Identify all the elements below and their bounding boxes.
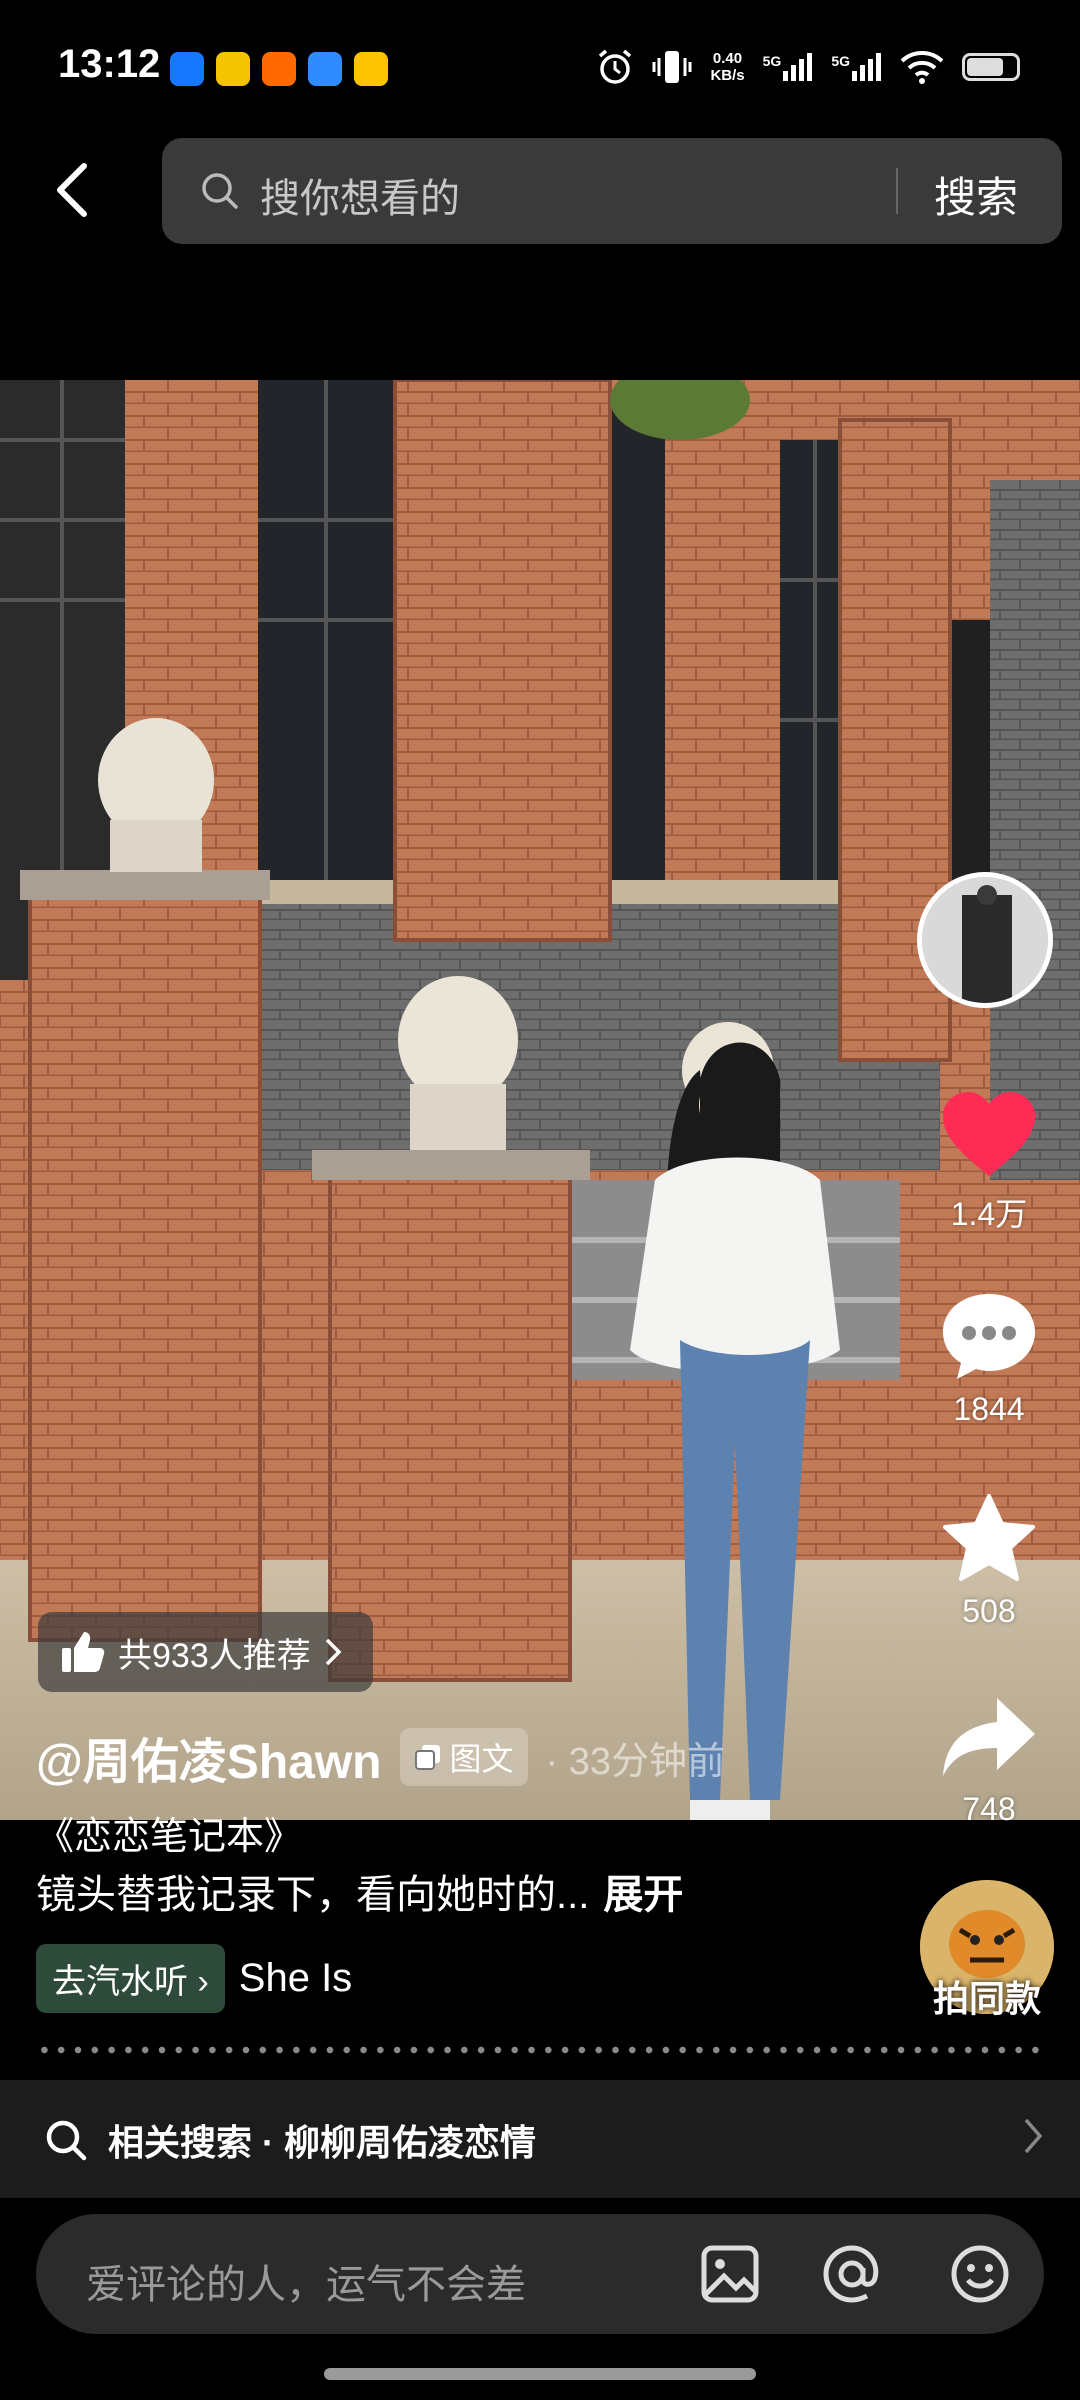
author-avatar[interactable] xyxy=(917,872,1053,1008)
signal-icon xyxy=(783,53,813,81)
post-title: 《恋恋笔记本》 xyxy=(36,1816,303,1858)
same-style-label: 拍同款 xyxy=(932,1978,1041,2019)
author-name[interactable]: @周佑凌Shawn xyxy=(36,1722,382,1792)
expand-button[interactable]: 展开 xyxy=(603,1873,683,1917)
notification-app-icons xyxy=(170,52,388,86)
comment-button[interactable]: 1844 xyxy=(929,1290,1049,1428)
chevron-right-icon xyxy=(1024,2118,1043,2154)
search-icon xyxy=(46,2120,87,2161)
wifi-icon xyxy=(900,51,944,84)
share-icon xyxy=(943,1698,1035,1776)
signal-2: 5G xyxy=(831,53,882,81)
listen-music-label: 去汽水听 xyxy=(52,1963,188,2001)
music-name[interactable]: She Is xyxy=(239,1956,352,2001)
comment-placeholder: 爱评论的人，运气不会差 xyxy=(86,2263,526,2307)
image-progress-dots xyxy=(36,2046,1044,2054)
recommend-text: 共933人推荐 xyxy=(118,1636,311,1675)
listen-music-chip[interactable]: 去汽水听 › xyxy=(36,1944,225,2013)
thumbs-up-icon xyxy=(62,1632,105,1672)
music-line: 去汽水听 › She Is xyxy=(36,1944,352,2013)
image-icon[interactable] xyxy=(698,2242,762,2306)
avatar-image xyxy=(922,877,1048,1003)
comment-icon xyxy=(943,1294,1035,1379)
back-button[interactable] xyxy=(52,160,102,220)
chevron-left-icon xyxy=(57,163,87,217)
post-description: 镜头替我记录下，看向她时的... 展开 xyxy=(36,1862,683,1920)
meituan-icon xyxy=(354,52,388,86)
search-icon xyxy=(202,173,238,209)
status-bar: 13:12 0.40 KB/s 5G 5G xyxy=(0,0,1080,130)
network-speed: 0.40 KB/s xyxy=(710,50,745,84)
favorite-button[interactable]: 508 xyxy=(929,1492,1049,1630)
app-orange-icon xyxy=(262,52,296,86)
related-search-bar[interactable]: 相关搜索 · 柳柳周佑凌恋情 xyxy=(0,2080,1080,2198)
author-line: @周佑凌Shawn 图文 · 33分钟前 xyxy=(36,1722,725,1792)
recommend-chip[interactable]: 共933人推荐 xyxy=(38,1612,373,1692)
status-time: 13:12 xyxy=(58,42,161,86)
like-button[interactable]: 1.4万 xyxy=(929,1090,1049,1235)
chevron-right-icon xyxy=(325,1638,342,1666)
search-button[interactable]: 搜索 xyxy=(934,164,1018,225)
alarm-icon xyxy=(599,49,632,84)
star-icon xyxy=(943,1494,1035,1581)
comment-input[interactable]: 爱评论的人，运气不会差 xyxy=(36,2214,1044,2334)
post-image[interactable] xyxy=(0,380,1080,1820)
like-count: 1.4万 xyxy=(950,1196,1028,1232)
app-blue-icon xyxy=(308,52,342,86)
share-count: 748 xyxy=(962,1791,1016,1827)
search-divider xyxy=(896,168,898,214)
post-description-text: 镜头替我记录下，看向她时的... xyxy=(36,1873,590,1917)
same-style-button[interactable]: 拍同款 xyxy=(920,1880,1054,2019)
search-placeholder: 搜你想看的 xyxy=(260,177,460,221)
related-search-text: 相关搜索 · 柳柳周佑凌恋情 xyxy=(108,2122,536,2163)
search-input[interactable]: 搜你想看的 搜索 xyxy=(162,138,1062,244)
status-right: 0.40 KB/s 5G 5G xyxy=(596,48,1020,86)
share-button[interactable]: 748 xyxy=(929,1692,1049,1828)
post-type-label: 图文 xyxy=(449,1741,514,1777)
mention-icon[interactable] xyxy=(820,2242,884,2306)
home-indicator[interactable] xyxy=(324,2368,756,2380)
vibrate-icon xyxy=(652,51,692,83)
heart-icon xyxy=(943,1092,1035,1176)
favorite-count: 508 xyxy=(962,1593,1016,1629)
image-text-icon xyxy=(414,1745,440,1770)
alipay-icon xyxy=(170,52,204,86)
post-type-tag: 图文 xyxy=(399,1728,528,1786)
emoji-icon[interactable] xyxy=(948,2242,1012,2306)
signal-1: 5G xyxy=(763,53,814,81)
app-yellow-icon xyxy=(216,52,250,86)
building-scene xyxy=(0,380,1080,1820)
signal-icon xyxy=(852,53,881,81)
comment-count: 1844 xyxy=(953,1391,1025,1427)
post-time: · 33分钟前 xyxy=(545,1740,725,1783)
battery-icon xyxy=(962,53,1020,81)
